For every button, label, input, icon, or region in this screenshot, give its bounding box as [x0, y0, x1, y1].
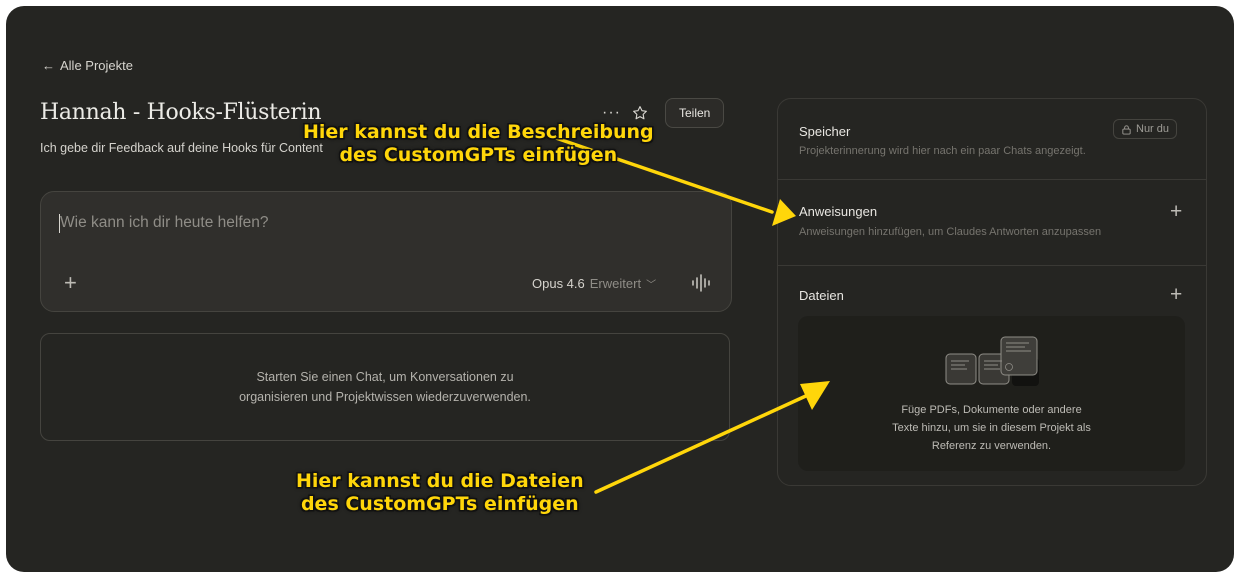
back-to-projects-link[interactable]: ← Alle Projekte: [42, 58, 133, 73]
more-options-icon[interactable]: ···: [602, 104, 621, 122]
drop-zone-line-2: Texte hinzu, um sie in diesem Projekt al…: [892, 422, 1091, 434]
back-link-label: Alle Projekte: [60, 58, 133, 73]
private-badge: Nur du: [1113, 119, 1178, 139]
divider: [778, 179, 1206, 180]
drop-zone-text: Füge PDFs, Dokumente oder andere Texte h…: [798, 401, 1185, 455]
add-files-icon[interactable]: +: [1170, 284, 1182, 305]
project-title: Hannah - Hooks-Flüsterin: [40, 100, 322, 125]
model-mode: Erweitert: [589, 276, 642, 291]
project-side-panel: Speicher Projekterinnerung wird hier nac…: [777, 98, 1207, 486]
chevron-down-icon: ﹀: [646, 280, 657, 291]
chat-input[interactable]: Wie kann ich dir heute helfen?: [59, 214, 269, 233]
annotation-files-line-2: des CustomGPTs einfügen: [300, 493, 579, 515]
chat-composer: Wie kann ich dir heute helfen? + Opus 4.…: [40, 191, 732, 312]
drop-zone-line-1: Füge PDFs, Dokumente oder andere: [901, 404, 1082, 416]
instructions-title: Anweisungen: [799, 204, 878, 219]
empty-chats-state: Starten Sie einen Chat, um Konversatione…: [40, 333, 730, 441]
documents-illustration-icon: [945, 336, 1039, 386]
add-attachment-icon[interactable]: +: [64, 272, 77, 294]
model-selector[interactable]: Opus 4.6 Erweitert ﹀: [532, 276, 656, 291]
instructions-subtitle: Anweisungen hinzufügen, um Claudes Antwo…: [799, 226, 1102, 238]
app-window: ← Alle Projekte Hannah - Hooks-Flüsterin…: [6, 6, 1234, 572]
model-name: Opus 4.6: [532, 276, 585, 291]
annotation-description-line-2: des CustomGPTs einfügen: [339, 144, 618, 166]
annotation-files: Hier kannst du die Dateien des CustomGPT…: [296, 470, 584, 516]
arrow-left-icon: ←: [42, 58, 55, 73]
memory-title: Speicher: [799, 124, 851, 139]
star-icon[interactable]: [631, 104, 649, 122]
lock-icon: [1122, 124, 1131, 135]
annotation-files-line-1: Hier kannst du die Dateien: [296, 470, 584, 492]
badge-label: Nur du: [1136, 123, 1170, 135]
voice-waveform-icon[interactable]: [691, 274, 713, 292]
files-title: Dateien: [799, 288, 844, 303]
empty-state-line-2: organisieren und Projektwissen wiederzuv…: [239, 390, 531, 404]
file-drop-zone[interactable]: Füge PDFs, Dokumente oder andere Texte h…: [798, 316, 1185, 471]
annotation-description-line-1: Hier kannst du die Beschreibung: [303, 121, 654, 143]
add-instructions-icon[interactable]: +: [1170, 201, 1182, 222]
annotation-description: Hier kannst du die Beschreibung des Cust…: [303, 121, 654, 167]
project-description: Ich gebe dir Feedback auf deine Hooks fü…: [40, 141, 323, 155]
memory-subtitle: Projekterinnerung wird hier nach ein paa…: [799, 145, 1086, 157]
empty-state-line-1: Starten Sie einen Chat, um Konversatione…: [256, 370, 514, 384]
drop-zone-line-3: Referenz zu verwenden.: [931, 440, 1052, 452]
share-button[interactable]: Teilen: [664, 98, 725, 128]
divider: [778, 265, 1206, 266]
